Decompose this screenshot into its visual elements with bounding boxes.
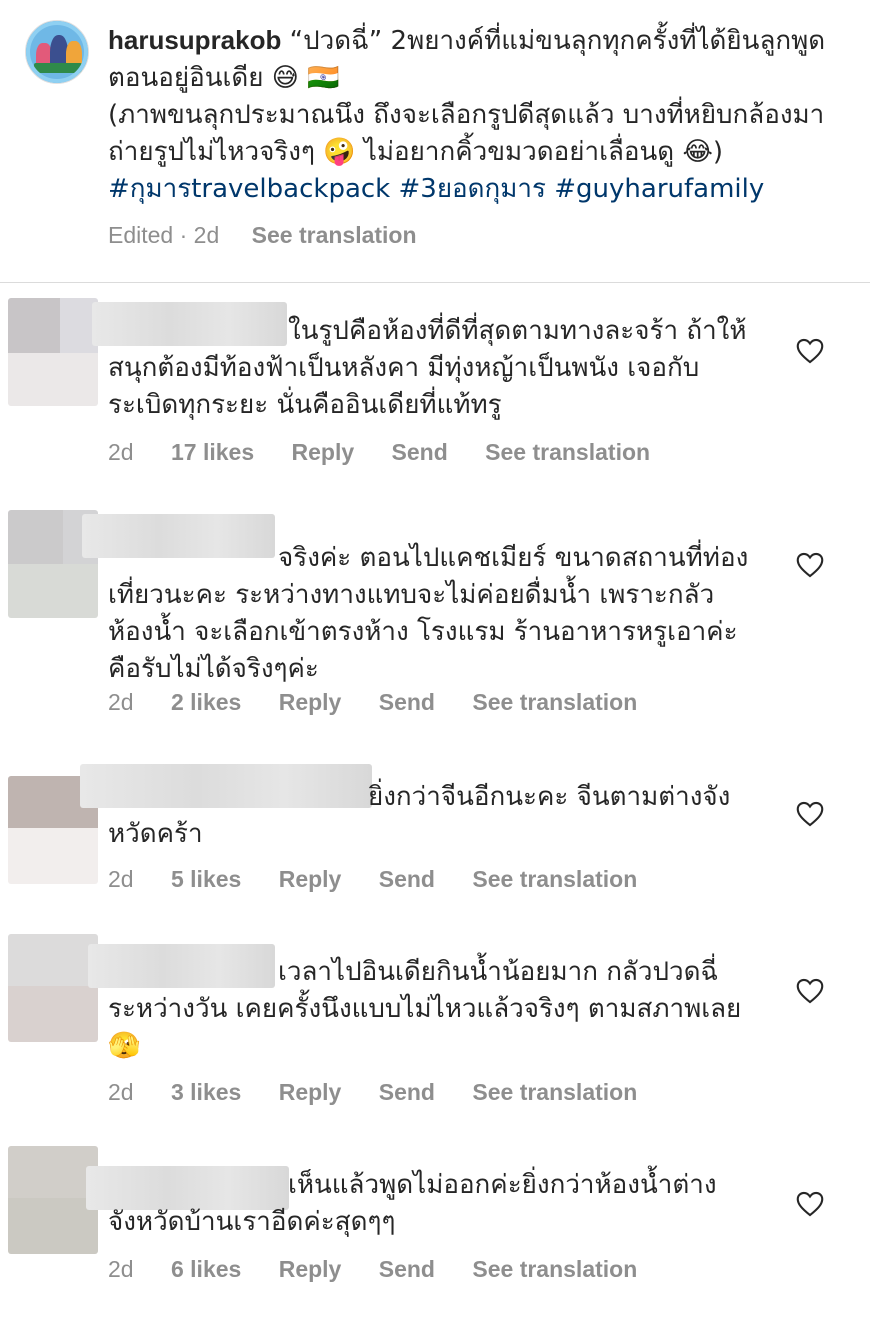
comment-send-button[interactable]: Send — [379, 866, 435, 892]
comment-likes[interactable]: 2 likes — [171, 689, 241, 715]
caption-line-2: (ภาพขนลุกประมาณนึง ถึงจะเลือกรูปดีสุดแล้… — [108, 100, 825, 167]
heart-outline-icon[interactable] — [796, 1191, 824, 1217]
comment-see-translation[interactable]: See translation — [472, 1079, 637, 1105]
comment-reply-button[interactable]: Reply — [279, 689, 342, 715]
comment-item: จริงค่ะ ตอนไปแคชเมียร์ ขนาดสถานที่ท่องเท… — [0, 510, 870, 720]
comment-time: 2d — [108, 689, 134, 715]
heart-outline-icon[interactable] — [796, 801, 824, 827]
comment-time: 2d — [108, 1256, 134, 1282]
comment-item: ยิ่งกว่าจีนอีกนะคะ จีนตามต่างจังหวัดคร้า… — [0, 764, 870, 904]
comment-meta: 2d 2 likes Reply Send See translation — [108, 689, 668, 716]
comment-send-button[interactable]: Send — [379, 1079, 435, 1105]
heart-outline-icon[interactable] — [796, 338, 824, 364]
author-avatar[interactable] — [25, 20, 89, 84]
comment-text: ในรูปคือห้องที่ดีที่สุดตามทางละจร้า ถ้าใ… — [108, 316, 747, 420]
comment-see-translation[interactable]: See translation — [472, 866, 637, 892]
comment-meta: 2d 17 likes Reply Send See translation — [108, 439, 681, 466]
comment-send-button[interactable]: Send — [379, 689, 435, 715]
post-caption: harusuprakob “ปวดฉี่” 2พยางค์ที่แม่ขนลุก… — [0, 0, 870, 282]
comment-time: 2d — [108, 439, 134, 465]
comment-meta: 2d 6 likes Reply Send See translation — [108, 1256, 668, 1283]
heart-outline-icon[interactable] — [796, 978, 824, 1004]
caption-text: harusuprakob “ปวดฉี่” 2พยางค์ที่แม่ขนลุก… — [108, 22, 848, 208]
comment-reply-button[interactable]: Reply — [292, 439, 355, 465]
comment-text: จริงค่ะ ตอนไปแคชเมียร์ ขนาดสถานที่ท่องเท… — [108, 543, 749, 684]
comment-likes[interactable]: 17 likes — [171, 439, 254, 465]
comment-text: เวลาไปอินเดียกินน้ำน้อยมาก กลัวปวดฉี่ระห… — [108, 957, 742, 1061]
comment-meta: 2d 3 likes Reply Send See translation — [108, 1079, 668, 1106]
comment-reply-button[interactable]: Reply — [279, 1256, 342, 1282]
caption-meta: Edited · 2d See translation — [108, 222, 443, 249]
commenter-avatar-blurred — [8, 934, 98, 1042]
comment-see-translation[interactable]: See translation — [472, 689, 637, 715]
caption-edited-time: Edited · 2d — [108, 222, 220, 248]
author-username[interactable]: harusuprakob — [108, 25, 281, 55]
caption-hashtags[interactable]: #กุมารtravelbackpack #3ยอดกุมาร #guyharu… — [108, 171, 848, 208]
comment-likes[interactable]: 5 likes — [171, 866, 241, 892]
comment-send-button[interactable]: Send — [392, 439, 448, 465]
comment-text: เห็นแล้วพูดไม่ออกค่ะยิ่งกว่าห้องน้ำต่างจ… — [108, 1170, 717, 1237]
comment-likes[interactable]: 3 likes — [171, 1079, 241, 1105]
caption-divider — [0, 282, 870, 283]
comment-send-button[interactable]: Send — [379, 1256, 435, 1282]
comment-meta: 2d 5 likes Reply Send See translation — [108, 866, 668, 893]
commenter-avatar-blurred — [8, 298, 98, 406]
commenter-avatar-blurred — [8, 1146, 98, 1254]
heart-outline-icon[interactable] — [796, 552, 824, 578]
comment-time: 2d — [108, 1079, 134, 1105]
comment-reply-button[interactable]: Reply — [279, 1079, 342, 1105]
comment-time: 2d — [108, 866, 134, 892]
comment-see-translation[interactable]: See translation — [472, 1256, 637, 1282]
comment-item: ในรูปคือห้องที่ดีที่สุดตามทางละจร้า ถ้าใ… — [0, 298, 870, 478]
comment-likes[interactable]: 6 likes — [171, 1256, 241, 1282]
comment-text: ยิ่งกว่าจีนอีกนะคะ จีนตามต่างจังหวัดคร้า — [108, 782, 731, 849]
comment-item: เห็นแล้วพูดไม่ออกค่ะยิ่งกว่าห้องน้ำต่างจ… — [0, 1146, 870, 1286]
caption-see-translation[interactable]: See translation — [252, 222, 417, 248]
comment-see-translation[interactable]: See translation — [485, 439, 650, 465]
comment-reply-button[interactable]: Reply — [279, 866, 342, 892]
comment-item: เวลาไปอินเดียกินน้ำน้อยมาก กลัวปวดฉี่ระห… — [0, 934, 870, 1114]
